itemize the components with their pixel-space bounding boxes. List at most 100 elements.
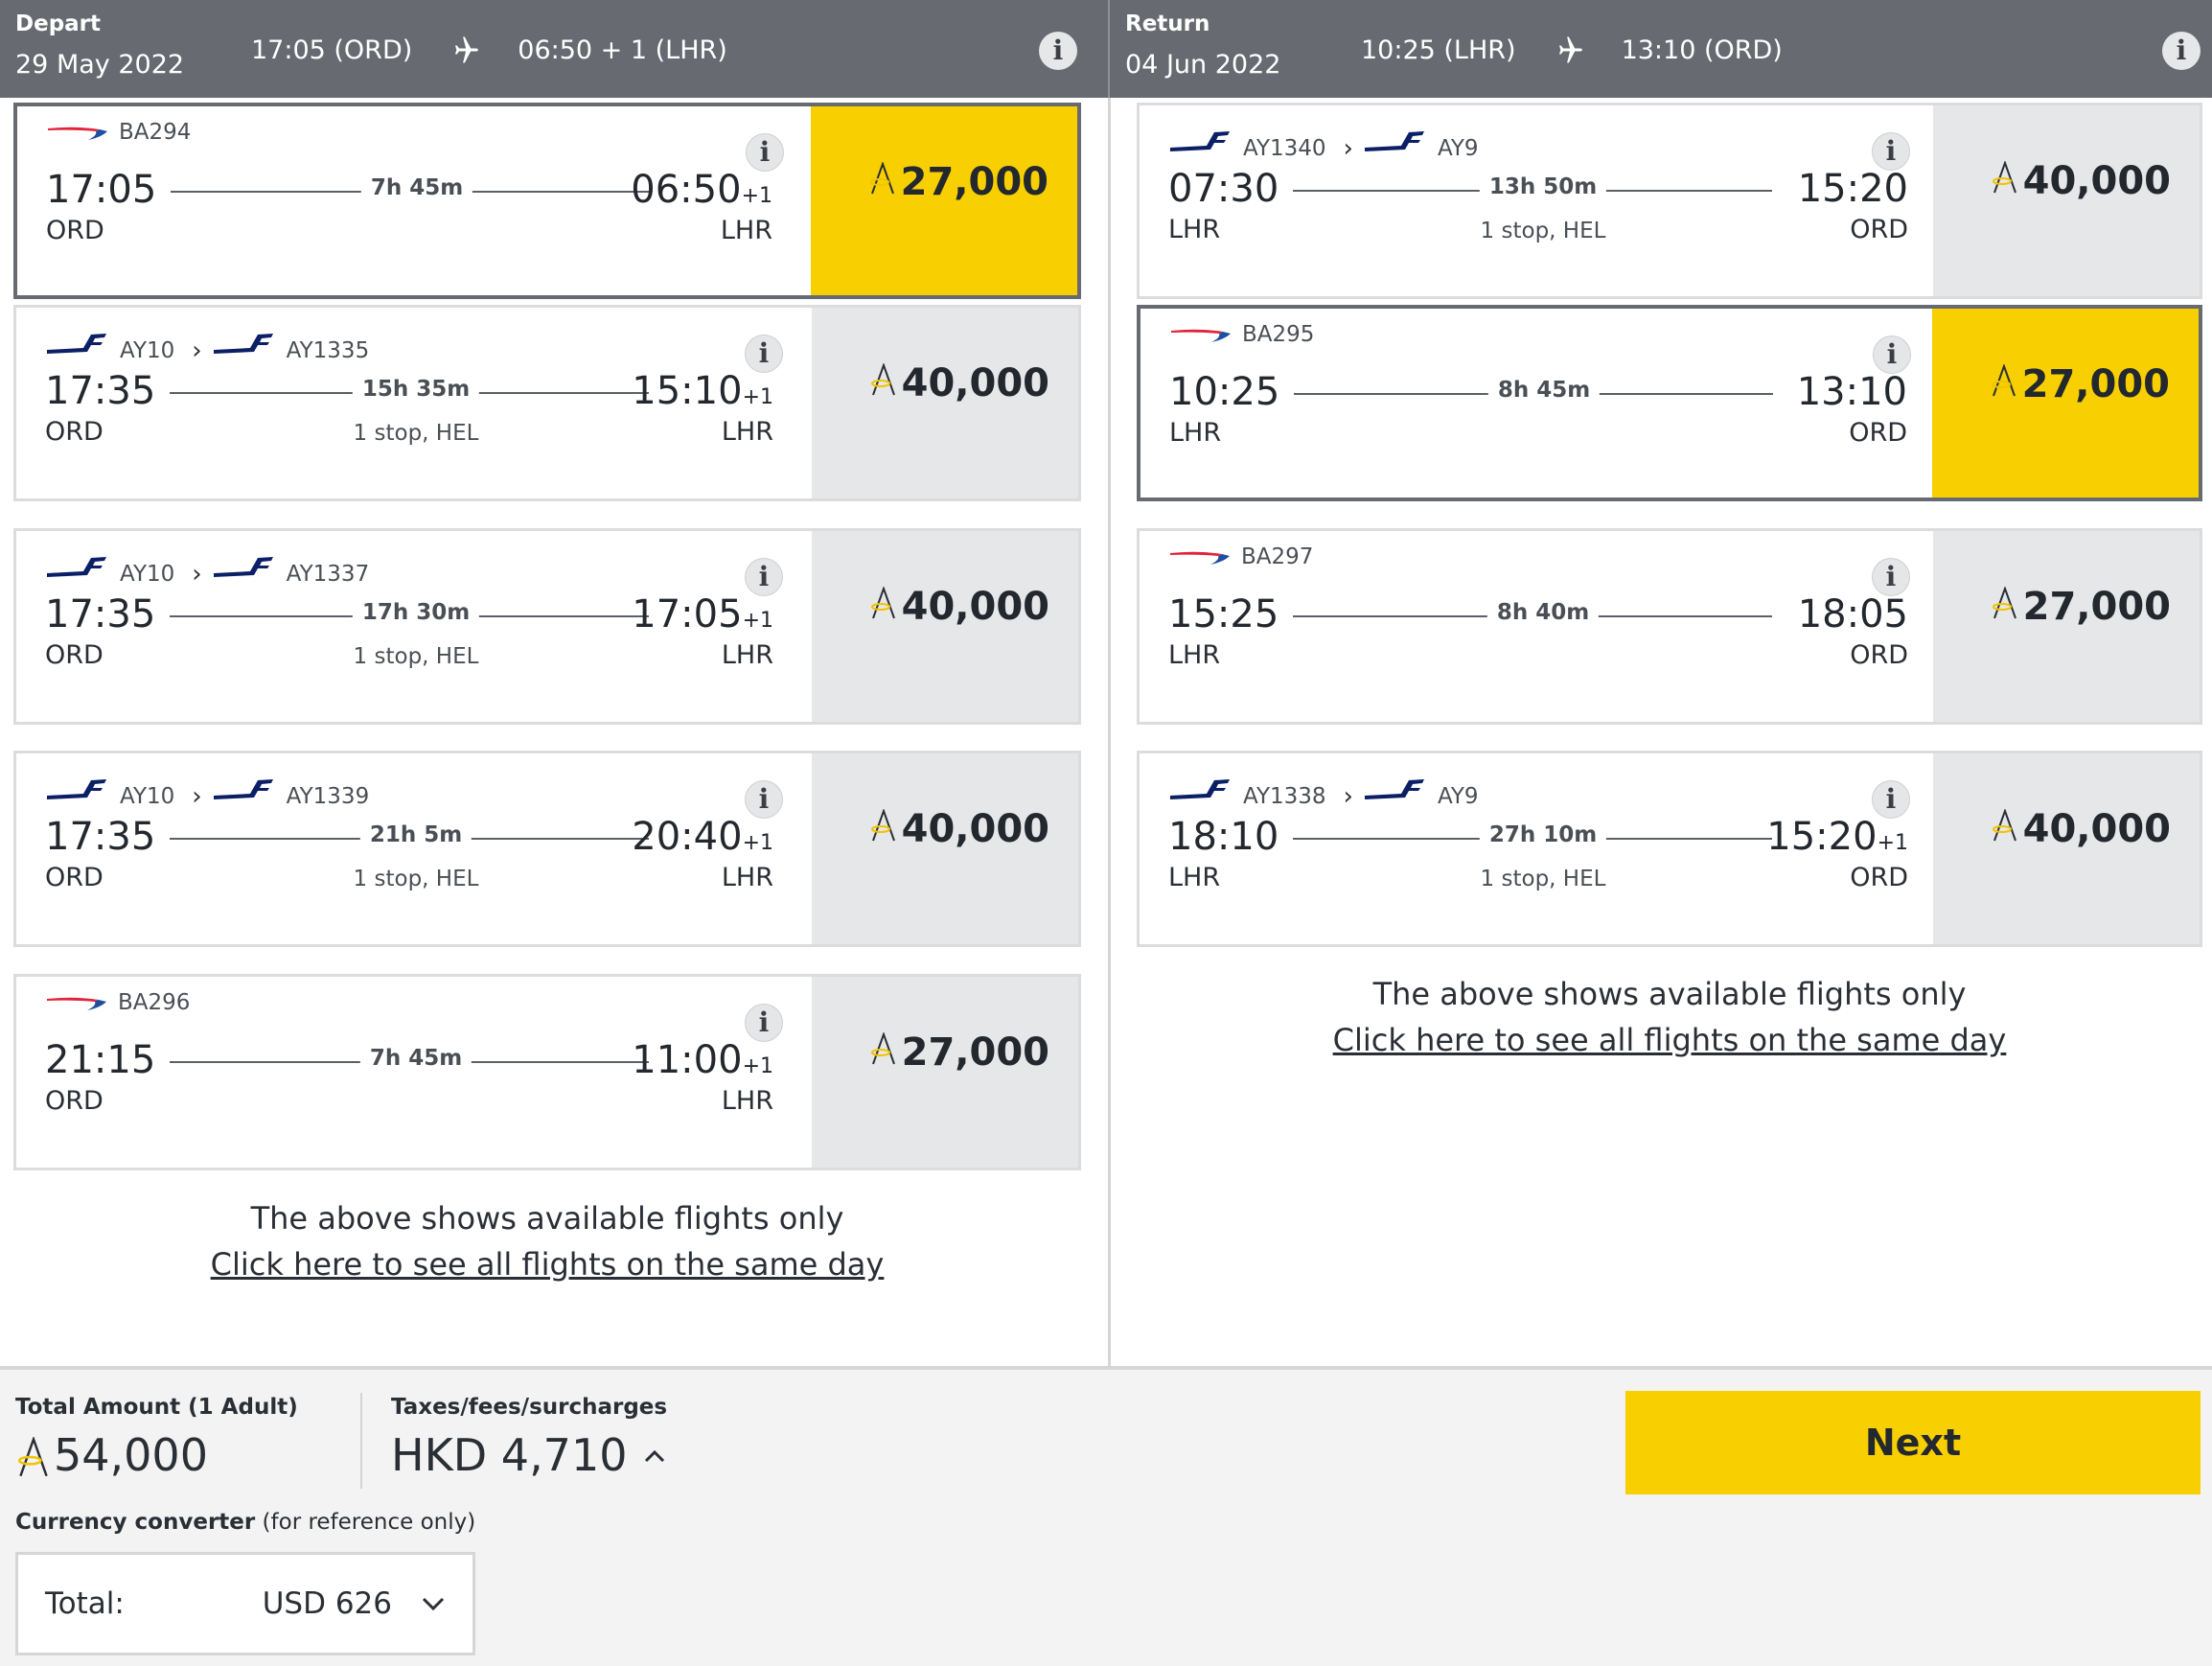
taxes-label: Taxes/fees/surcharges [391, 1395, 668, 1420]
info-icon[interactable]: i [1872, 558, 1910, 596]
depart-summary-dep: 17:05 (ORD) [251, 35, 413, 65]
flight-duration: 8h 45m [1487, 378, 1601, 403]
departure-airport: ORD [45, 640, 104, 670]
flight-numbers: BA296 [45, 990, 190, 1015]
departure-airport: LHR [1168, 863, 1221, 892]
flight-number: AY1339 [286, 784, 370, 809]
info-icon[interactable]: i [745, 780, 783, 819]
summary-footer: Total Amount (1 Adult) 54,000 Taxes/fees… [0, 1366, 2212, 1666]
flight-duration: 15h 35m [352, 377, 480, 402]
info-icon[interactable]: i [1873, 336, 1911, 374]
flight-card[interactable]: AY1338 › AY9 i 18:10 LHR 27h 10m 1 stop, HEL 15:… [1137, 751, 2202, 947]
avios-icon [1992, 161, 2016, 194]
availability-message: The above shows available flights only [250, 1200, 844, 1237]
price-value: 40,000 [2022, 807, 2171, 851]
return-header: Return 04 Jun 2022 10:25 (LHR) 13:10 (OR… [1110, 0, 2212, 98]
departure-time: 10:25 [1169, 370, 1280, 414]
see-all-flights-link[interactable]: Click here to see all flights on the sam… [211, 1246, 885, 1283]
flight-number: BA295 [1242, 322, 1315, 347]
finnair-logo-icon [47, 334, 106, 354]
chevron-up-icon[interactable] [643, 1447, 666, 1463]
info-icon[interactable]: i [1872, 780, 1910, 819]
flight-duration: 27h 10m [1479, 822, 1607, 847]
arrival-time-value: 17:05 [632, 592, 743, 636]
british-airways-logo-icon [1171, 329, 1231, 342]
depart-note: The above shows available flights only C… [13, 1200, 1081, 1283]
price-button[interactable]: 27,000 [1932, 309, 2199, 497]
plane-icon [1558, 36, 1582, 63]
info-icon[interactable]: i [1039, 32, 1077, 70]
departure-time: 07:30 [1168, 167, 1279, 211]
total-amount-value: 54,000 [15, 1429, 208, 1481]
flight-card[interactable]: AY1340 › AY9 i 07:30 LHR 13h 50m 1 stop, HEL 15:… [1137, 103, 2202, 299]
arrival-airport: ORD [1850, 215, 1908, 244]
flight-card[interactable]: AY10 › AY1339 i 17:35 ORD 21h 5m 1 stop, HEL 20:… [13, 751, 1081, 947]
info-icon[interactable]: i [746, 133, 784, 172]
info-icon[interactable]: i [745, 335, 783, 373]
stops-info: 1 stop, HEL [1480, 867, 1606, 891]
arrival-time-value: 13:10 [1796, 370, 1907, 414]
flight-numbers: AY1338 › AY9 [1168, 767, 1479, 811]
price-value: 40,000 [901, 361, 1049, 405]
flight-number: AY9 [1437, 136, 1479, 161]
flight-card[interactable]: BA294 i 17:05 ORD 7h 45m 06:50+1 LHR 27,000 [13, 103, 1081, 299]
see-all-flights-link[interactable]: Click here to see all flights on the sam… [1333, 1022, 2007, 1058]
arrival-airport: LHR [721, 640, 773, 670]
avios-icon [1991, 364, 2016, 397]
price-button[interactable]: 27,000 [812, 977, 1078, 1168]
avios-icon [1992, 587, 2016, 619]
departure-airport: ORD [45, 863, 104, 892]
flight-duration: 13h 50m [1479, 174, 1607, 199]
price-button[interactable]: 40,000 [812, 753, 1078, 944]
finnair-logo-icon [1170, 779, 1230, 799]
price-value: 27,000 [2021, 362, 2170, 406]
flight-card[interactable]: AY10 › AY1337 i 17:35 ORD 17h 30m 1 stop, HEL 17… [13, 528, 1081, 725]
column-divider [1108, 98, 1111, 1366]
info-icon[interactable]: i [1872, 132, 1910, 171]
flight-number: BA297 [1241, 544, 1314, 569]
flight-numbers: AY10 › AY1339 [45, 767, 369, 811]
finnair-logo-icon [47, 557, 106, 577]
chevron-down-icon [422, 1597, 445, 1611]
arrival-time-value: 06:50 [631, 168, 742, 212]
arrival-time-value: 15:20 [1766, 815, 1878, 859]
info-icon[interactable]: i [745, 1004, 783, 1042]
next-button[interactable]: Next [1625, 1391, 2200, 1494]
return-summary: 10:25 (LHR) 13:10 (ORD) [1361, 33, 1783, 67]
price-button[interactable]: 40,000 [1933, 753, 2200, 944]
price-button[interactable]: 27,000 [1933, 531, 2200, 722]
arrival-time: 18:05 [1798, 592, 1908, 636]
taxes-value[interactable]: HKD 4,710 [391, 1429, 666, 1481]
arrival-time-value: 11:00 [632, 1038, 743, 1082]
flight-number: AY10 [120, 784, 175, 809]
flight-card[interactable]: BA297 i 15:25 LHR 8h 40m 18:05 ORD 27,000 [1137, 528, 2202, 725]
arrival-airport: LHR [721, 417, 773, 447]
arrival-time: 17:05+1 [632, 592, 773, 636]
day-offset: +1 [742, 609, 773, 633]
departure-airport: ORD [46, 216, 104, 245]
info-icon[interactable]: i [745, 558, 783, 596]
flight-numbers: AY10 › AY1337 [45, 544, 369, 589]
price-button[interactable]: 27,000 [811, 106, 1077, 295]
price-button[interactable]: 40,000 [812, 308, 1078, 498]
return-label: Return [1125, 12, 1210, 36]
flight-card[interactable]: BA296 i 21:15 ORD 7h 45m 11:00+1 LHR 27,000 [13, 974, 1081, 1170]
price-button[interactable]: 40,000 [812, 531, 1078, 722]
arrival-airport: ORD [1850, 640, 1908, 670]
flight-card[interactable]: AY10 › AY1335 i 17:35 ORD 15h 35m 1 stop, HEL 15… [13, 305, 1081, 501]
stops-info: 1 stop, HEL [353, 644, 479, 669]
currency-converter-select[interactable]: Total: USD 626 [15, 1552, 475, 1655]
price-button[interactable]: 40,000 [1933, 105, 2200, 296]
arrival-time-value: 20:40 [632, 815, 743, 859]
flight-duration: 21h 5m [359, 822, 472, 847]
arrival-airport: LHR [720, 216, 772, 245]
footer-divider [360, 1393, 362, 1489]
currency-converter-label: Currency converter (for reference only) [15, 1510, 475, 1535]
flight-card[interactable]: BA295 i 10:25 LHR 8h 45m 13:10 ORD 27,000 [1137, 305, 2202, 501]
day-offset: +1 [741, 184, 772, 208]
avios-icon [1992, 809, 2016, 842]
currency-converter-title: Currency converter [15, 1510, 256, 1535]
flight-duration: 8h 40m [1486, 600, 1600, 625]
info-icon[interactable]: i [2162, 32, 2200, 70]
british-airways-logo-icon [47, 997, 106, 1010]
